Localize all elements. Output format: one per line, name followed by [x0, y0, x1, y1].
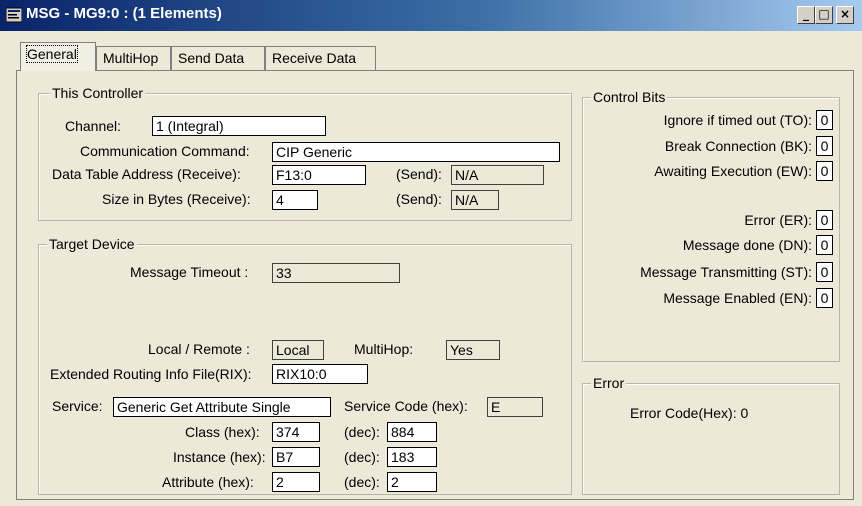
tab-receive-data[interactable]: Receive Data — [265, 46, 376, 70]
dn-label: Message done (DN): — [682, 237, 812, 253]
app-icon — [5, 7, 23, 23]
class-dec-field[interactable]: 884 — [387, 422, 437, 442]
size-send-label: (Send): — [396, 191, 442, 207]
to-bit: 0 — [816, 110, 833, 130]
error-group — [582, 383, 840, 495]
channel-field[interactable]: 1 (Integral) — [152, 116, 326, 136]
minimize-icon: _ — [803, 7, 809, 21]
instance-hex-label: Instance (hex): — [173, 449, 266, 465]
minimize-button[interactable]: _ — [797, 6, 815, 24]
tab-general[interactable]: General — [20, 42, 96, 71]
channel-label: Channel: — [65, 118, 122, 134]
class-hex-field[interactable]: 374 — [272, 422, 320, 442]
comm-command-field[interactable]: CIP Generic — [272, 142, 560, 162]
data-table-receive-label: Data Table Address (Receive): — [52, 166, 241, 182]
to-label: Ignore if timed out (TO): — [663, 112, 812, 128]
maximize-icon: □ — [818, 7, 830, 21]
er-bit: 0 — [816, 210, 833, 230]
st-label: Message Transmitting (ST): — [640, 264, 812, 280]
instance-hex-field[interactable]: B7 — [272, 447, 320, 467]
service-code-label: Service Code (hex): — [344, 398, 468, 414]
close-icon: × — [839, 7, 851, 21]
ew-bit: 0 — [816, 161, 833, 181]
comm-command-label: Communication Command: — [80, 143, 250, 159]
data-table-receive-field[interactable]: F13:0 — [272, 165, 366, 185]
service-field[interactable]: Generic Get Attribute Single — [113, 397, 331, 417]
message-timeout-field[interactable]: 33 — [272, 263, 400, 283]
attribute-dec-label: (dec): — [344, 474, 380, 490]
error-title: Error — [591, 375, 627, 391]
attribute-hex-label: Attribute (hex): — [162, 474, 254, 490]
control-bits-title: Control Bits — [591, 89, 668, 105]
service-label: Service: — [52, 398, 103, 414]
class-hex-label: Class (hex): — [185, 424, 260, 440]
target-device-title: Target Device — [47, 236, 137, 252]
instance-dec-label: (dec): — [344, 449, 380, 465]
en-bit: 0 — [816, 288, 833, 308]
message-timeout-label: Message Timeout : — [130, 264, 249, 280]
window-title: MSG - MG9:0 : (1 Elements) — [26, 5, 222, 22]
en-label: Message Enabled (EN): — [663, 290, 812, 306]
rix-label: Extended Routing Info File(RIX): — [50, 366, 252, 382]
local-remote-label: Local / Remote : — [148, 341, 250, 357]
size-send-field: N/A — [451, 190, 499, 210]
bk-label: Break Connection (BK): — [664, 138, 812, 154]
rix-field[interactable]: RIX10:0 — [272, 364, 368, 384]
close-button[interactable]: × — [836, 6, 854, 24]
multihop-label: MultiHop: — [354, 341, 414, 357]
data-table-send-field: N/A — [451, 165, 544, 185]
bk-bit: 0 — [816, 136, 833, 156]
maximize-button[interactable]: □ — [815, 6, 833, 24]
st-bit: 0 — [816, 262, 833, 282]
class-dec-label: (dec): — [344, 424, 380, 440]
tab-send-data[interactable]: Send Data — [171, 46, 265, 70]
service-code-field: E — [487, 397, 543, 417]
control-bits-group — [582, 97, 840, 362]
size-receive-field[interactable]: 4 — [272, 190, 318, 210]
ew-label: Awaiting Execution (EW): — [654, 163, 812, 179]
er-label: Error (ER): — [744, 212, 812, 228]
instance-dec-field[interactable]: 183 — [387, 447, 437, 467]
error-code-label: Error Code(Hex): 0 — [630, 405, 749, 421]
attribute-dec-field[interactable]: 2 — [387, 472, 437, 492]
size-receive-label: Size in Bytes (Receive): — [102, 191, 251, 207]
tab-multihop[interactable]: MultiHop — [96, 46, 171, 70]
multihop-field: Yes — [446, 340, 500, 360]
data-table-send-label: (Send): — [396, 166, 442, 182]
local-remote-field: Local — [272, 340, 324, 360]
this-controller-title: This Controller — [50, 85, 146, 101]
attribute-hex-field[interactable]: 2 — [272, 472, 320, 492]
dn-bit: 0 — [816, 235, 833, 255]
